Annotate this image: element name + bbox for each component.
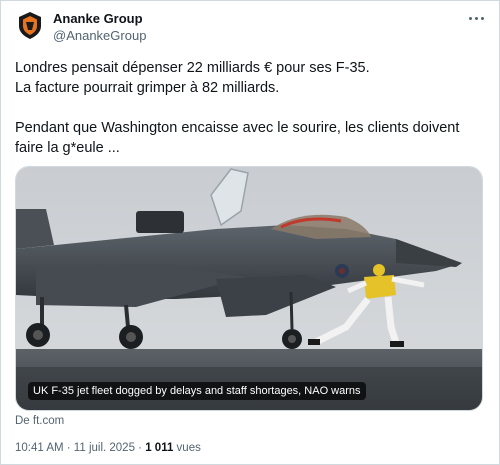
card-source-link[interactable]: De ft.com (15, 415, 64, 427)
tweet-meta: 10:41 AM · 11 juil. 2025 · 1 011 vues (15, 441, 201, 455)
tweet-container: Ananke Group @AnankeGroup Londres pensai… (0, 0, 500, 465)
card-caption[interactable]: UK F-35 jet fleet dogged by delays and s… (28, 382, 366, 400)
tweet-line-2: La facture pourrait grimper à 82 milliar… (15, 80, 280, 96)
view-count: 1 011 (145, 442, 174, 454)
avatar[interactable] (15, 10, 45, 40)
author-handle[interactable]: @AnankeGroup (53, 28, 146, 44)
author-name[interactable]: Ananke Group (53, 11, 143, 27)
view-label: vues (173, 442, 201, 454)
more-options-icon[interactable] (465, 9, 487, 27)
tweet-text: Londres pensait dépenser 22 milliards € … (15, 58, 485, 158)
tweet-line-3: Pendant que Washington encaisse avec le … (15, 120, 460, 156)
ananke-logo-icon (15, 10, 45, 40)
fighter-jet-photo (16, 167, 482, 410)
tweet-timestamp[interactable]: 10:41 AM · 11 juil. 2025 · (15, 442, 145, 454)
tweet-line-1: Londres pensait dépenser 22 milliards € … (15, 60, 370, 76)
link-card[interactable]: UK F-35 jet fleet dogged by delays and s… (15, 166, 483, 411)
